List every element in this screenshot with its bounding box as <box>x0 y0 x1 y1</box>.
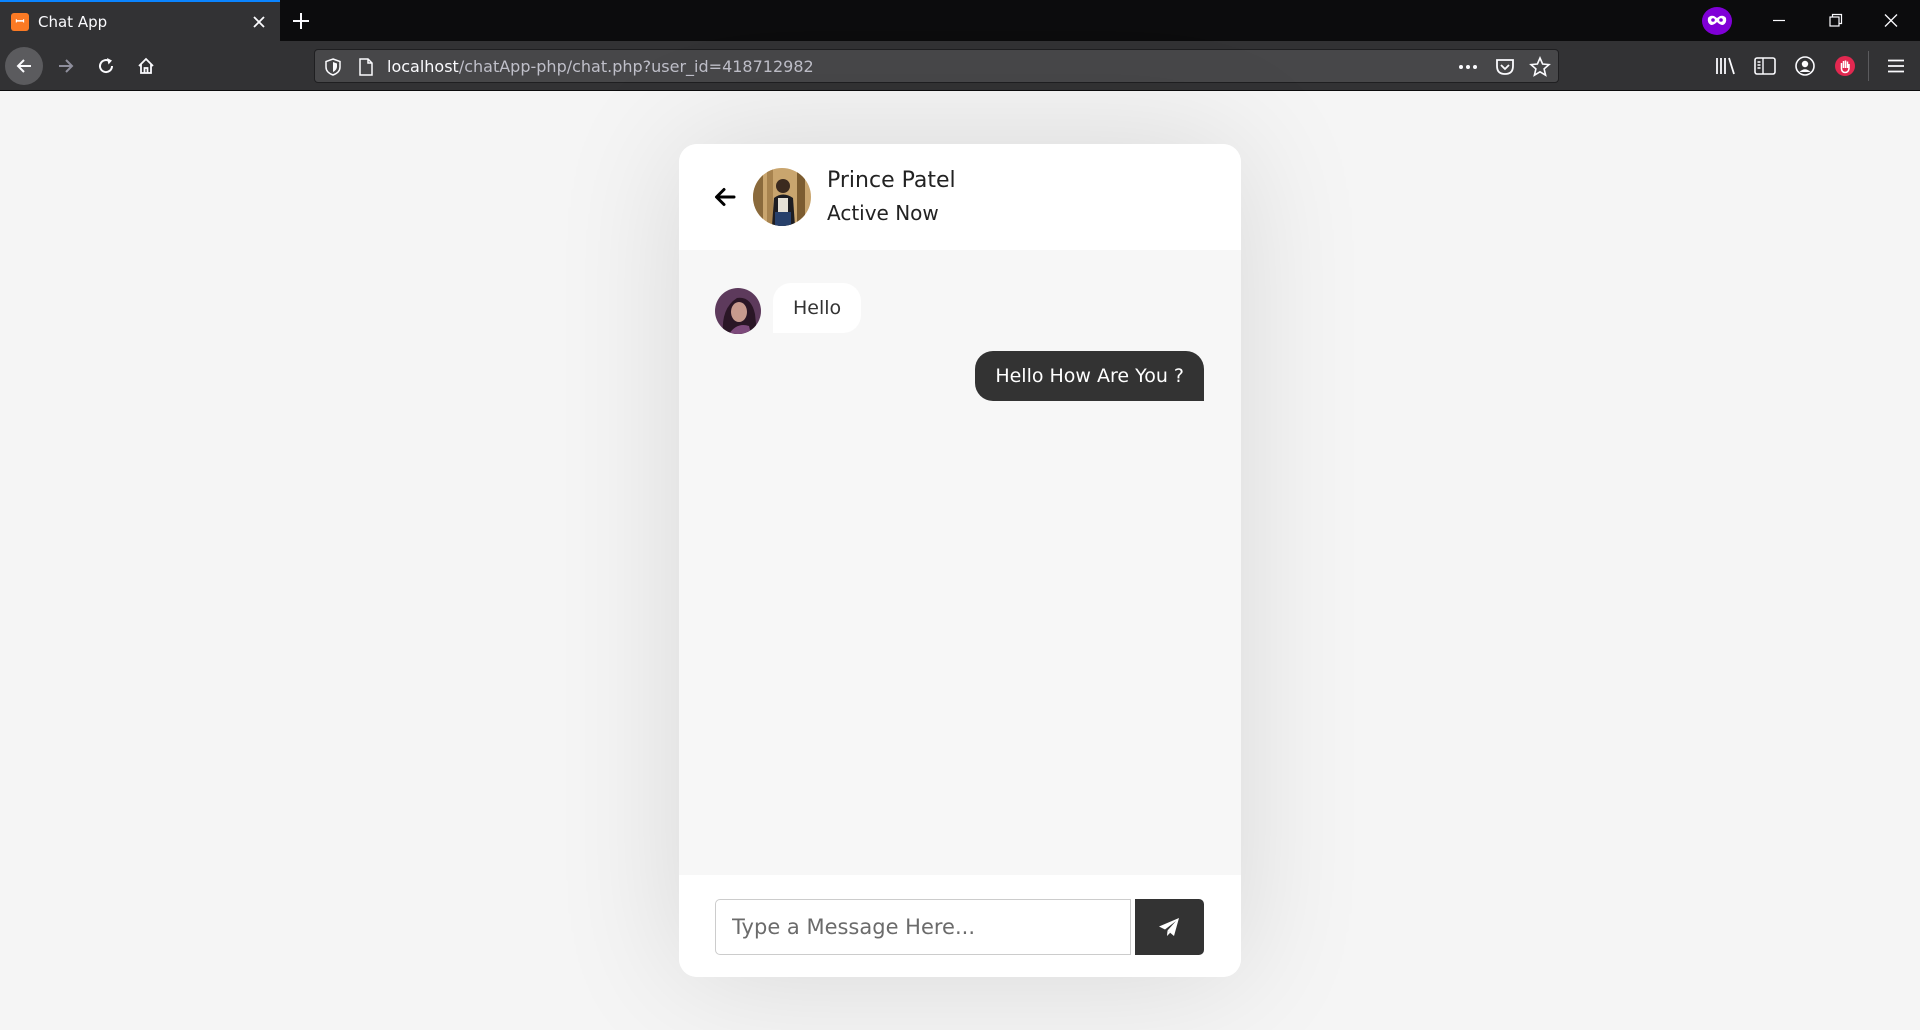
menu-hamburger-icon[interactable] <box>1883 53 1909 79</box>
page-actions-more-icon[interactable] <box>1456 56 1480 82</box>
xampp-icon: ꟷ <box>11 13 29 31</box>
url-path: /chatApp-php/chat.php?user_id=418712982 <box>458 57 814 76</box>
contact-name: Prince Patel <box>827 168 956 193</box>
url-text[interactable]: localhost/chatApp-php/chat.php?user_id=4… <box>387 57 814 76</box>
page-info-icon[interactable] <box>357 57 375 81</box>
chat-messages: Hello Hello How Are You ? <box>679 250 1241 875</box>
outgoing-message-bubble: Hello How Are You ? <box>975 351 1204 401</box>
sidebar-icon[interactable] <box>1752 53 1778 79</box>
contact-status: Active Now <box>827 201 939 225</box>
bookmark-star-icon[interactable] <box>1529 55 1551 82</box>
pocket-icon[interactable] <box>1494 57 1516 81</box>
restore-window-icon[interactable] <box>1807 0 1863 41</box>
url-host: localhost <box>387 57 459 76</box>
close-tab-icon[interactable] <box>248 11 270 33</box>
home-icon[interactable] <box>127 47 165 85</box>
contact-avatar <box>753 168 811 226</box>
message-form <box>679 875 1241 977</box>
back-arrow-icon[interactable] <box>713 186 737 208</box>
forward-icon[interactable] <box>47 47 85 85</box>
new-tab-icon[interactable] <box>286 8 316 34</box>
incoming-message-bubble: Hello <box>773 283 862 333</box>
paper-plane-icon <box>1159 918 1179 936</box>
private-browsing-icon <box>1702 7 1732 35</box>
tracking-protection-shield-icon[interactable] <box>324 57 342 81</box>
extension-stop-icon[interactable] <box>1832 53 1858 79</box>
reload-icon[interactable] <box>87 47 125 85</box>
minimize-window-icon[interactable] <box>1751 0 1807 41</box>
browser-tab-bar: ꟷ Chat App <box>0 0 1920 41</box>
browser-nav-bar: localhost/chatApp-php/chat.php?user_id=4… <box>0 41 1920 91</box>
library-icon[interactable] <box>1713 53 1739 79</box>
send-button[interactable] <box>1135 899 1204 955</box>
back-icon[interactable] <box>5 47 43 85</box>
message-input[interactable] <box>715 899 1131 955</box>
tab-title: Chat App <box>38 13 108 31</box>
page-content: Prince Patel Active Now Hello Hello How … <box>0 92 1920 1030</box>
chat-header: Prince Patel Active Now <box>679 144 1241 250</box>
address-bar[interactable]: localhost/chatApp-php/chat.php?user_id=4… <box>314 49 1559 83</box>
chat-card: Prince Patel Active Now Hello Hello How … <box>679 144 1241 977</box>
account-icon[interactable] <box>1792 53 1818 79</box>
incoming-message-avatar <box>715 288 761 334</box>
close-window-icon[interactable] <box>1863 0 1919 41</box>
toolbar-divider <box>1868 51 1869 81</box>
browser-tab[interactable]: ꟷ Chat App <box>0 0 280 41</box>
